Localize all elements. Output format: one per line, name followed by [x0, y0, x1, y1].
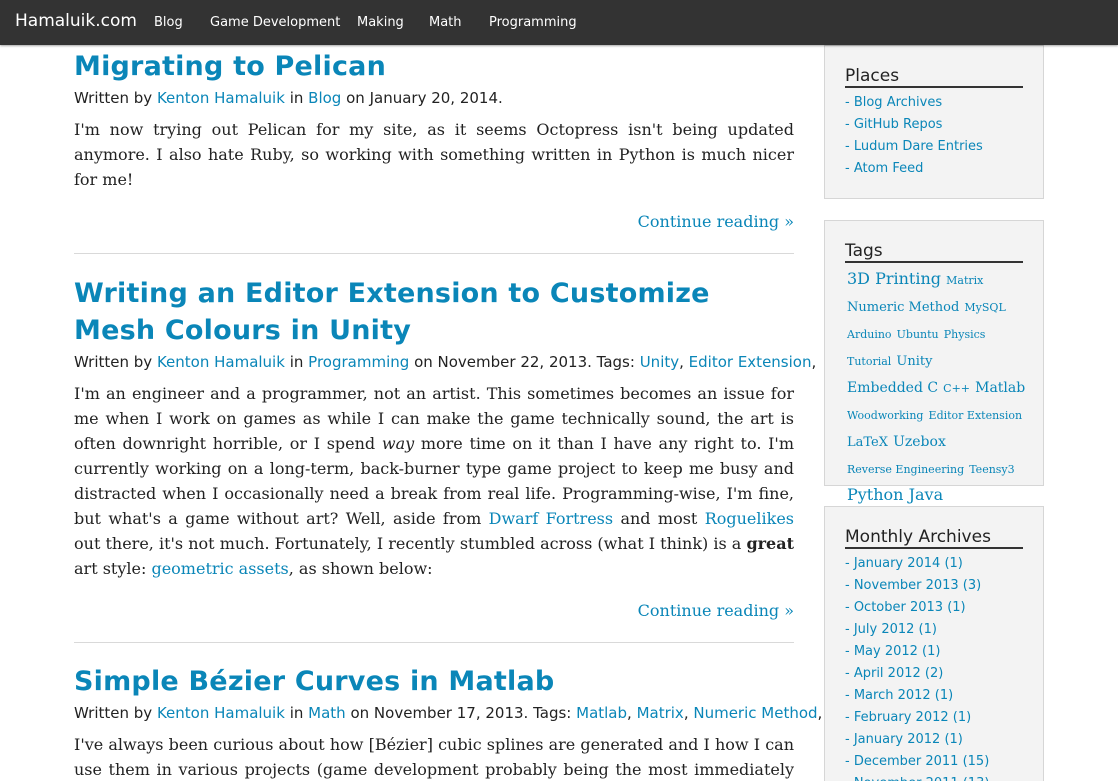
dwarf-fortress-link[interactable]: Dwarf Fortress — [489, 509, 613, 528]
post-title-link[interactable]: Migrating to Pelican — [74, 48, 794, 85]
places-heading: Places — [845, 66, 1023, 88]
continue-reading-link[interactable]: Continue reading » — [638, 212, 794, 231]
tags-box: Tags 3D Printing Matrix Numeric Method M… — [824, 220, 1044, 504]
post-list: Migrating to Pelican Written by Kenton H… — [74, 45, 823, 781]
top-navbar: Hamaluik.com Blog Game Development Makin… — [0, 0, 1118, 45]
archive-link[interactable]: - January 2012 (1) — [845, 732, 963, 747]
post-byline: Written by Kenton Hamaluik in Blog on Ja… — [74, 87, 794, 109]
tag-cloud-link[interactable]: LaTeX — [847, 435, 888, 450]
places-link-blog-archives[interactable]: - Blog Archives — [845, 95, 942, 110]
byline-written-by: Written by — [74, 89, 153, 107]
tag-cloud-link[interactable]: Physics — [944, 328, 986, 341]
archive-link[interactable]: - November 2011 (13) — [845, 776, 990, 781]
post: Simple Bézier Curves in Matlab Written b… — [74, 663, 823, 781]
nav-math[interactable]: Math — [429, 15, 462, 30]
tag-cloud-link[interactable]: Embedded C — [847, 380, 938, 396]
post: Writing an Editor Extension to Customize… — [74, 275, 817, 643]
geometric-assets-link[interactable]: geometric assets — [151, 559, 288, 578]
tag-cloud-link[interactable]: Unity — [896, 354, 932, 369]
archive-link[interactable]: - March 2012 (1) — [845, 688, 953, 703]
category-link[interactable]: Blog — [308, 89, 341, 107]
tag-cloud-link[interactable]: Woodworking — [847, 409, 923, 422]
tag-link[interactable]: Numeric Method — [693, 704, 817, 722]
post: Migrating to Pelican Written by Kenton H… — [74, 48, 794, 254]
post-byline: Written by Kenton Hamaluik in Math on No… — [74, 704, 823, 722]
author-link[interactable]: Kenton Hamaluik — [157, 353, 285, 371]
tags-heading: Tags — [845, 241, 1023, 263]
author-link[interactable]: Kenton Hamaluik — [157, 704, 285, 722]
post-date: on November 17, 2013. Tags: — [350, 704, 572, 722]
tag-link[interactable]: Unity — [640, 353, 679, 371]
post-excerpt: I'm now trying out Pelican for my site, … — [74, 120, 794, 189]
tag-cloud-link[interactable]: Ubuntu — [897, 328, 939, 341]
tag-cloud-link[interactable]: Teensy3 — [969, 463, 1014, 476]
tag-cloud-link[interactable]: Uzebox — [893, 434, 946, 450]
category-link[interactable]: Math — [308, 704, 346, 722]
byline-in: in — [289, 704, 304, 722]
archive-link[interactable]: - July 2012 (1) — [845, 622, 937, 637]
post-excerpt: I've always been curious about how [Bézi… — [74, 735, 794, 779]
places-link-github-repos[interactable]: - GitHub Repos — [845, 117, 942, 132]
tag-link[interactable]: Matrix — [637, 704, 684, 722]
tag-cloud-link[interactable]: Matrix — [946, 274, 983, 287]
archive-link[interactable]: - December 2011 (15) — [845, 754, 989, 769]
category-link[interactable]: Programming — [308, 353, 409, 371]
places-link-ludum-dare[interactable]: - Ludum Dare Entries — [845, 139, 983, 154]
post-date: on November 22, 2013. Tags: — [414, 353, 635, 371]
post-title-link[interactable]: Simple Bézier Curves in Matlab — [74, 663, 794, 700]
tag-cloud-link[interactable]: Matlab — [975, 380, 1025, 396]
archive-link[interactable]: - May 2012 (1) — [845, 644, 940, 659]
archive-link[interactable]: - April 2012 (2) — [845, 666, 943, 681]
post-date: on January 20, 2014. — [346, 89, 503, 107]
nav-game-development[interactable]: Game Development — [210, 15, 340, 30]
byline-in: in — [289, 353, 304, 371]
tag-cloud-link[interactable]: C++ — [943, 382, 970, 395]
roguelikes-link[interactable]: Roguelikes — [705, 509, 794, 528]
tag-cloud-link[interactable]: Numeric Method — [847, 300, 959, 315]
tag-link[interactable]: Matlab — [576, 704, 627, 722]
places-link-atom-feed[interactable]: - Atom Feed — [845, 161, 923, 176]
places-box: Places - Blog Archives - GitHub Repos - … — [824, 45, 1044, 199]
site-brand-link[interactable]: Hamaluik.com — [15, 11, 137, 31]
post-title-link[interactable]: Writing an Editor Extension to Customize… — [74, 275, 794, 349]
tag-cloud-link[interactable]: Arduino — [847, 328, 892, 341]
post-byline: Written by Kenton Hamaluik in Programmin… — [74, 353, 817, 371]
tag-cloud-link[interactable]: Python — [847, 485, 903, 504]
tag-cloud-link[interactable]: Reverse Engineering — [847, 463, 964, 476]
post-divider — [74, 642, 794, 643]
tag-cloud-link[interactable]: MySQL — [964, 301, 1005, 314]
archive-link[interactable]: - November 2013 (3) — [845, 578, 981, 593]
archives-box: Monthly Archives - January 2014 (1) - Nov… — [824, 506, 1044, 781]
tag-link[interactable]: Editor Extension — [689, 353, 812, 371]
byline-in: in — [289, 89, 304, 107]
author-link[interactable]: Kenton Hamaluik — [157, 89, 285, 107]
nav-making[interactable]: Making — [357, 15, 404, 30]
continue-reading-link[interactable]: Continue reading » — [638, 601, 794, 620]
tag-cloud-link[interactable]: 3D Printing — [847, 269, 941, 288]
archive-link[interactable]: - February 2012 (1) — [845, 710, 971, 725]
post-excerpt: I'm an engineer and a programmer, not an… — [74, 384, 795, 578]
archive-link[interactable]: - January 2014 (1) — [845, 556, 963, 571]
tag-cloud-link[interactable]: Java — [909, 485, 944, 504]
archive-link[interactable]: - October 2013 (1) — [845, 600, 966, 615]
post-divider — [74, 253, 794, 254]
archives-heading: Monthly Archives — [845, 527, 1023, 549]
nav-blog[interactable]: Blog — [154, 15, 183, 30]
byline-written-by: Written by — [74, 704, 153, 722]
tag-cloud-link[interactable]: Tutorial — [847, 355, 891, 368]
tag-cloud: 3D Printing Matrix Numeric Method MySQL … — [847, 266, 1027, 507]
tag-cloud-link[interactable]: Editor Extension — [929, 409, 1023, 422]
nav-programming[interactable]: Programming — [489, 15, 577, 30]
byline-written-by: Written by — [74, 353, 153, 371]
